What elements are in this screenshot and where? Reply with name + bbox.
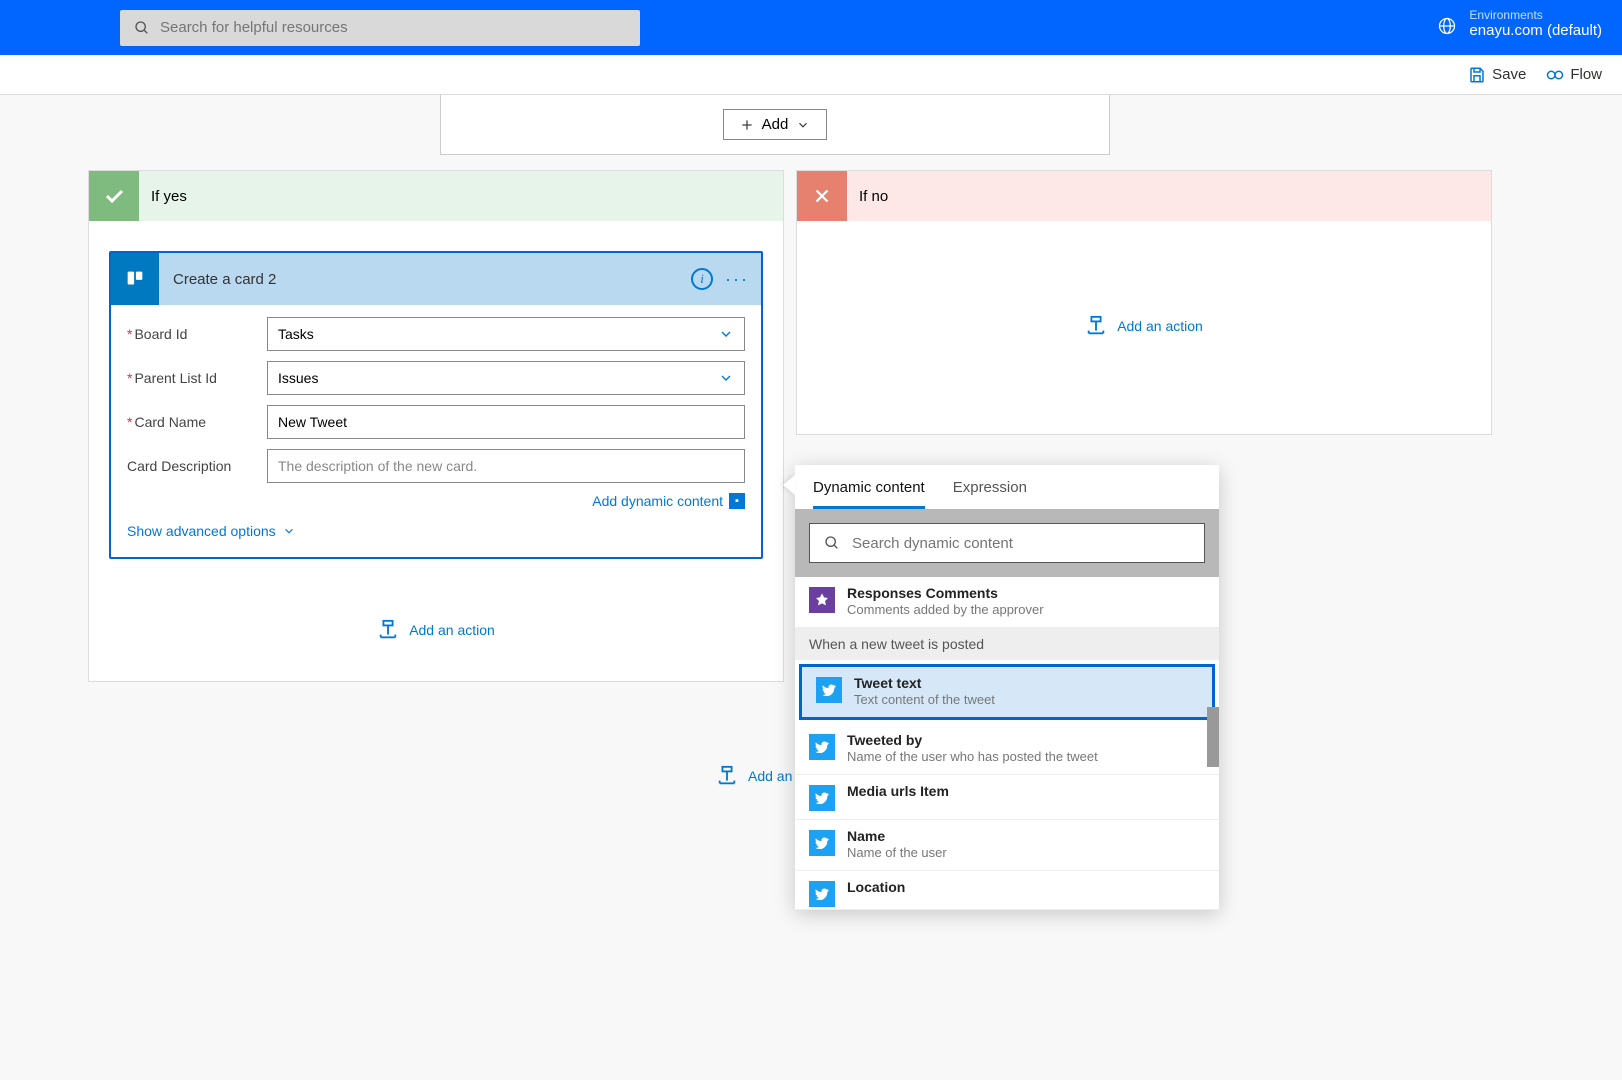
search-icon <box>824 535 840 551</box>
board-id-select[interactable]: Tasks <box>267 317 745 351</box>
twitter-icon <box>809 785 835 811</box>
expand-icon: ▪ <box>729 493 745 509</box>
add-step-icon <box>377 619 399 641</box>
twitter-icon <box>809 830 835 856</box>
twitter-icon <box>809 734 835 760</box>
add-action-yes-button[interactable]: Add an action <box>377 619 495 641</box>
close-icon <box>797 171 847 221</box>
chevron-down-icon <box>796 118 810 132</box>
dynamic-content-list[interactable]: Responses Comments Comments added by the… <box>795 577 1219 910</box>
twitter-icon <box>809 881 835 907</box>
card-description-input[interactable]: The description of the new card. <box>267 449 745 483</box>
env-value: enayu.com (default) <box>1469 22 1602 39</box>
action-header[interactable]: Create a card 2 i ··· <box>111 253 761 305</box>
dc-item-tweet-text[interactable]: Tweet text Text content of the tweet <box>799 664 1215 720</box>
info-icon[interactable]: i <box>691 268 713 290</box>
dc-item-desc: Name of the user <box>847 845 947 860</box>
parent-list-id-select[interactable]: Issues <box>267 361 745 395</box>
trello-icon <box>111 253 159 305</box>
dc-item-desc: Comments added by the approver <box>847 602 1044 617</box>
if-no-branch: If no Add an action <box>796 170 1492 435</box>
add-action-bottom-button[interactable]: Add an a <box>716 765 804 787</box>
twitter-icon <box>816 677 842 703</box>
condition-add-button[interactable]: Add <box>723 109 828 140</box>
dc-item-title: Media urls Item <box>847 783 949 799</box>
flow-canvas: Add If yes Create a card 2 i ··· <box>0 95 1622 1080</box>
dc-item-desc: Name of the user who has posted the twee… <box>847 749 1098 764</box>
dc-group-header: When a new tweet is posted <box>795 628 1219 660</box>
dc-item-desc: Text content of the tweet <box>854 692 995 707</box>
chevron-down-icon <box>282 524 296 538</box>
approval-icon <box>809 587 835 613</box>
env-label: Environments <box>1469 8 1602 22</box>
dc-item-title: Responses Comments <box>847 585 1044 601</box>
search-input[interactable] <box>160 19 626 36</box>
action-title: Create a card 2 <box>159 271 691 288</box>
tab-dynamic-content[interactable]: Dynamic content <box>813 479 925 509</box>
search-icon <box>134 20 150 36</box>
add-action-no-button[interactable]: Add an action <box>1085 315 1203 337</box>
check-icon <box>89 171 139 221</box>
condition-block: Add <box>440 95 1110 155</box>
scrollbar-thumb[interactable] <box>1207 707 1219 767</box>
dc-item-name[interactable]: Name Name of the user <box>795 820 1219 871</box>
top-bar: Environments enayu.com (default) <box>0 0 1622 55</box>
trello-create-card-action[interactable]: Create a card 2 i ··· Board Id Tasks Par… <box>109 251 763 559</box>
chevron-down-icon <box>718 370 734 386</box>
dc-item-title: Location <box>847 879 905 895</box>
dc-item-title: Tweet text <box>854 675 995 691</box>
dc-item-location[interactable]: Location <box>795 871 1219 910</box>
globe-icon <box>1437 16 1457 36</box>
action-menu-button[interactable]: ··· <box>725 269 749 290</box>
command-bar: Save Flow <box>0 55 1622 95</box>
add-step-icon <box>716 765 738 787</box>
dc-item-media-urls[interactable]: Media urls Item <box>795 775 1219 820</box>
dynamic-search-input[interactable] <box>852 535 1190 552</box>
add-dynamic-content-link[interactable]: Add dynamic content ▪ <box>592 493 745 509</box>
dc-item-tweeted-by[interactable]: Tweeted by Name of the user who has post… <box>795 724 1219 775</box>
flow-checker-icon <box>1546 66 1564 84</box>
dc-item-title: Tweeted by <box>847 732 1098 748</box>
if-yes-header: If yes <box>89 171 783 221</box>
show-advanced-options-link[interactable]: Show advanced options <box>127 523 296 539</box>
popup-pointer <box>783 475 795 495</box>
flow-checker-button[interactable]: Flow <box>1546 66 1602 84</box>
chevron-down-icon <box>718 326 734 342</box>
if-yes-branch: If yes Create a card 2 i ··· Board Id <box>88 170 784 682</box>
card-name-label: Card Name <box>127 414 267 430</box>
card-description-label: Card Description <box>127 458 267 474</box>
plus-icon <box>740 118 754 132</box>
save-icon <box>1468 66 1486 84</box>
environment-picker[interactable]: Environments enayu.com (default) <box>1437 8 1602 40</box>
save-button[interactable]: Save <box>1468 66 1526 84</box>
global-search[interactable] <box>120 10 640 46</box>
dynamic-content-popup: Dynamic content Expression Responses Com… <box>795 465 1219 910</box>
board-id-label: Board Id <box>127 326 267 342</box>
parent-list-id-label: Parent List Id <box>127 370 267 386</box>
dc-item-title: Name <box>847 828 947 844</box>
dc-item-responses-comments[interactable]: Responses Comments Comments added by the… <box>795 577 1219 628</box>
dynamic-content-search[interactable] <box>809 523 1205 563</box>
card-name-input[interactable]: New Tweet <box>267 405 745 439</box>
add-step-icon <box>1085 315 1107 337</box>
tab-expression[interactable]: Expression <box>953 479 1027 509</box>
if-no-header: If no <box>797 171 1491 221</box>
